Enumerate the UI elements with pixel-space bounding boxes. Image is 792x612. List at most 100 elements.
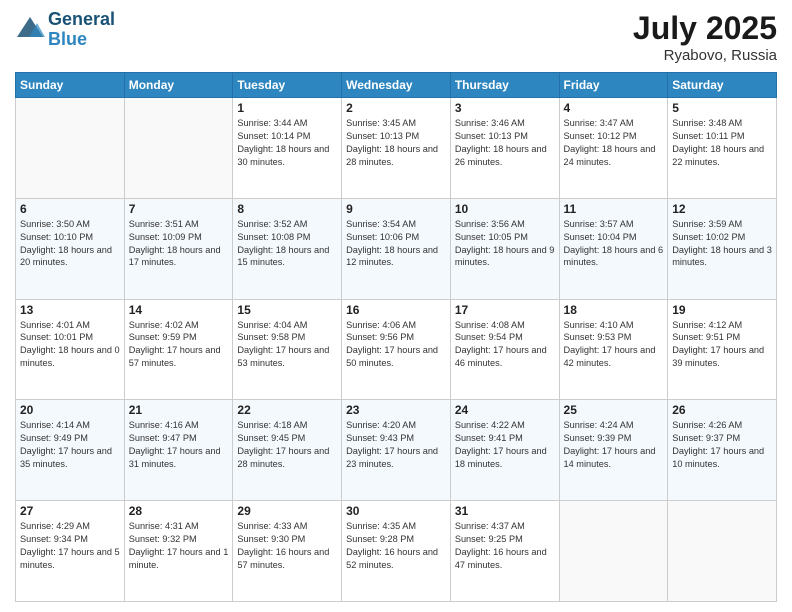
calendar-cell: 29 Sunrise: 4:33 AM Sunset: 9:30 PM Dayli… bbox=[233, 501, 342, 602]
day-number: 3 bbox=[455, 101, 555, 115]
day-number: 13 bbox=[20, 303, 120, 317]
day-number: 10 bbox=[455, 202, 555, 216]
cell-daylight-info: Sunrise: 4:16 AM Sunset: 9:47 PM Dayligh… bbox=[129, 419, 229, 471]
cell-daylight-info: Sunrise: 3:51 AM Sunset: 10:09 PM Daylig… bbox=[129, 218, 229, 270]
calendar-cell: 3 Sunrise: 3:46 AM Sunset: 10:13 PM Dayli… bbox=[450, 98, 559, 199]
logo: General Blue bbox=[15, 10, 115, 50]
weekday-header-wednesday: Wednesday bbox=[342, 73, 451, 98]
calendar-cell: 4Sunrise: 3:47 AM Sunset: 10:12 PM Dayli… bbox=[559, 98, 668, 199]
logo-text: General Blue bbox=[48, 10, 115, 50]
location: Ryabovo, Russia bbox=[633, 47, 777, 64]
week-row-1: 1 Sunrise: 3:44 AM Sunset: 10:14 PM Dayli… bbox=[16, 98, 777, 199]
day-number: 17 bbox=[455, 303, 555, 317]
cell-daylight-info: Sunrise: 3:57 AM Sunset: 10:04 PM Daylig… bbox=[564, 218, 664, 270]
day-number: 18 bbox=[564, 303, 664, 317]
day-number: 11 bbox=[564, 202, 664, 216]
day-number: 5 bbox=[672, 101, 772, 115]
cell-daylight-info: Sunrise: 3:54 AM Sunset: 10:06 PM Daylig… bbox=[346, 218, 446, 270]
cell-daylight-info: Sunrise: 4:04 AM Sunset: 9:58 PM Dayligh… bbox=[237, 319, 337, 371]
day-number: 29 bbox=[237, 504, 337, 518]
calendar-cell: 14Sunrise: 4:02 AM Sunset: 9:59 PM Dayli… bbox=[124, 299, 233, 400]
calendar-cell: 15 Sunrise: 4:04 AM Sunset: 9:58 PM Dayli… bbox=[233, 299, 342, 400]
cell-daylight-info: Sunrise: 3:46 AM Sunset: 10:13 PM Daylig… bbox=[455, 117, 555, 169]
calendar-cell: 8 Sunrise: 3:52 AM Sunset: 10:08 PM Dayli… bbox=[233, 198, 342, 299]
calendar-cell: 11 Sunrise: 3:57 AM Sunset: 10:04 PM Dayl… bbox=[559, 198, 668, 299]
calendar-cell: 19 Sunrise: 4:12 AM Sunset: 9:51 PM Dayli… bbox=[668, 299, 777, 400]
calendar-cell: 22 Sunrise: 4:18 AM Sunset: 9:45 PM Dayli… bbox=[233, 400, 342, 501]
week-row-2: 6 Sunrise: 3:50 AM Sunset: 10:10 PM Dayli… bbox=[16, 198, 777, 299]
day-number: 15 bbox=[237, 303, 337, 317]
calendar-cell: 16 Sunrise: 4:06 AM Sunset: 9:56 PM Dayli… bbox=[342, 299, 451, 400]
calendar-cell: 2 Sunrise: 3:45 AM Sunset: 10:13 PM Dayli… bbox=[342, 98, 451, 199]
cell-daylight-info: Sunrise: 4:29 AM Sunset: 9:34 PM Dayligh… bbox=[20, 520, 120, 572]
calendar-cell: 1 Sunrise: 3:44 AM Sunset: 10:14 PM Dayli… bbox=[233, 98, 342, 199]
calendar-cell: 13 Sunrise: 4:01 AM Sunset: 10:01 PM Dayl… bbox=[16, 299, 125, 400]
day-number: 31 bbox=[455, 504, 555, 518]
cell-daylight-info: Sunrise: 4:31 AM Sunset: 9:32 PM Dayligh… bbox=[129, 520, 229, 572]
cell-daylight-info: Sunrise: 3:45 AM Sunset: 10:13 PM Daylig… bbox=[346, 117, 446, 169]
week-row-3: 13 Sunrise: 4:01 AM Sunset: 10:01 PM Dayl… bbox=[16, 299, 777, 400]
cell-daylight-info: Sunrise: 4:01 AM Sunset: 10:01 PM Daylig… bbox=[20, 319, 120, 371]
day-number: 27 bbox=[20, 504, 120, 518]
cell-daylight-info: Sunrise: 4:22 AM Sunset: 9:41 PM Dayligh… bbox=[455, 419, 555, 471]
calendar-cell bbox=[16, 98, 125, 199]
calendar-cell: 5 Sunrise: 3:48 AM Sunset: 10:11 PM Dayli… bbox=[668, 98, 777, 199]
day-number: 12 bbox=[672, 202, 772, 216]
week-row-5: 27 Sunrise: 4:29 AM Sunset: 9:34 PM Dayli… bbox=[16, 501, 777, 602]
day-number: 6 bbox=[20, 202, 120, 216]
cell-daylight-info: Sunrise: 4:33 AM Sunset: 9:30 PM Dayligh… bbox=[237, 520, 337, 572]
calendar-table: SundayMondayTuesdayWednesdayThursdayFrid… bbox=[15, 72, 777, 602]
calendar-cell: 30Sunrise: 4:35 AM Sunset: 9:28 PM Dayli… bbox=[342, 501, 451, 602]
calendar-cell: 9 Sunrise: 3:54 AM Sunset: 10:06 PM Dayli… bbox=[342, 198, 451, 299]
day-number: 16 bbox=[346, 303, 446, 317]
cell-daylight-info: Sunrise: 4:37 AM Sunset: 9:25 PM Dayligh… bbox=[455, 520, 555, 572]
calendar-cell: 31 Sunrise: 4:37 AM Sunset: 9:25 PM Dayli… bbox=[450, 501, 559, 602]
calendar-cell: 12Sunrise: 3:59 AM Sunset: 10:02 PM Dayl… bbox=[668, 198, 777, 299]
weekday-header-tuesday: Tuesday bbox=[233, 73, 342, 98]
cell-daylight-info: Sunrise: 4:18 AM Sunset: 9:45 PM Dayligh… bbox=[237, 419, 337, 471]
calendar-cell: 23Sunrise: 4:20 AM Sunset: 9:43 PM Dayli… bbox=[342, 400, 451, 501]
calendar-cell bbox=[124, 98, 233, 199]
weekday-header-row: SundayMondayTuesdayWednesdayThursdayFrid… bbox=[16, 73, 777, 98]
cell-daylight-info: Sunrise: 3:56 AM Sunset: 10:05 PM Daylig… bbox=[455, 218, 555, 270]
day-number: 26 bbox=[672, 403, 772, 417]
calendar-cell: 18 Sunrise: 4:10 AM Sunset: 9:53 PM Dayli… bbox=[559, 299, 668, 400]
title-block: July 2025 Ryabovo, Russia bbox=[633, 10, 777, 64]
cell-daylight-info: Sunrise: 3:50 AM Sunset: 10:10 PM Daylig… bbox=[20, 218, 120, 270]
calendar-cell: 6 Sunrise: 3:50 AM Sunset: 10:10 PM Dayli… bbox=[16, 198, 125, 299]
calendar-cell: 21 Sunrise: 4:16 AM Sunset: 9:47 PM Dayli… bbox=[124, 400, 233, 501]
day-number: 25 bbox=[564, 403, 664, 417]
calendar-cell: 10 Sunrise: 3:56 AM Sunset: 10:05 PM Dayl… bbox=[450, 198, 559, 299]
day-number: 19 bbox=[672, 303, 772, 317]
cell-daylight-info: Sunrise: 4:08 AM Sunset: 9:54 PM Dayligh… bbox=[455, 319, 555, 371]
weekday-header-sunday: Sunday bbox=[16, 73, 125, 98]
calendar-cell bbox=[559, 501, 668, 602]
day-number: 2 bbox=[346, 101, 446, 115]
weekday-header-thursday: Thursday bbox=[450, 73, 559, 98]
day-number: 1 bbox=[237, 101, 337, 115]
cell-daylight-info: Sunrise: 4:06 AM Sunset: 9:56 PM Dayligh… bbox=[346, 319, 446, 371]
logo-line1: General bbox=[48, 10, 115, 30]
logo-line2: Blue bbox=[48, 30, 115, 50]
calendar-cell: 27 Sunrise: 4:29 AM Sunset: 9:34 PM Dayli… bbox=[16, 501, 125, 602]
weekday-header-monday: Monday bbox=[124, 73, 233, 98]
day-number: 24 bbox=[455, 403, 555, 417]
cell-daylight-info: Sunrise: 4:14 AM Sunset: 9:49 PM Dayligh… bbox=[20, 419, 120, 471]
day-number: 9 bbox=[346, 202, 446, 216]
calendar-cell: 20 Sunrise: 4:14 AM Sunset: 9:49 PM Dayli… bbox=[16, 400, 125, 501]
page: General Blue July 2025 Ryabovo, Russia S… bbox=[0, 0, 792, 612]
day-number: 20 bbox=[20, 403, 120, 417]
day-number: 22 bbox=[237, 403, 337, 417]
day-number: 21 bbox=[129, 403, 229, 417]
cell-daylight-info: Sunrise: 4:12 AM Sunset: 9:51 PM Dayligh… bbox=[672, 319, 772, 371]
cell-daylight-info: Sunrise: 4:35 AM Sunset: 9:28 PM Dayligh… bbox=[346, 520, 446, 572]
cell-daylight-info: Sunrise: 4:10 AM Sunset: 9:53 PM Dayligh… bbox=[564, 319, 664, 371]
cell-daylight-info: Sunrise: 3:44 AM Sunset: 10:14 PM Daylig… bbox=[237, 117, 337, 169]
day-number: 4 bbox=[564, 101, 664, 115]
cell-daylight-info: Sunrise: 3:52 AM Sunset: 10:08 PM Daylig… bbox=[237, 218, 337, 270]
cell-daylight-info: Sunrise: 4:26 AM Sunset: 9:37 PM Dayligh… bbox=[672, 419, 772, 471]
cell-daylight-info: Sunrise: 3:48 AM Sunset: 10:11 PM Daylig… bbox=[672, 117, 772, 169]
cell-daylight-info: Sunrise: 4:02 AM Sunset: 9:59 PM Dayligh… bbox=[129, 319, 229, 371]
day-number: 8 bbox=[237, 202, 337, 216]
calendar-cell: 7Sunrise: 3:51 AM Sunset: 10:09 PM Dayli… bbox=[124, 198, 233, 299]
